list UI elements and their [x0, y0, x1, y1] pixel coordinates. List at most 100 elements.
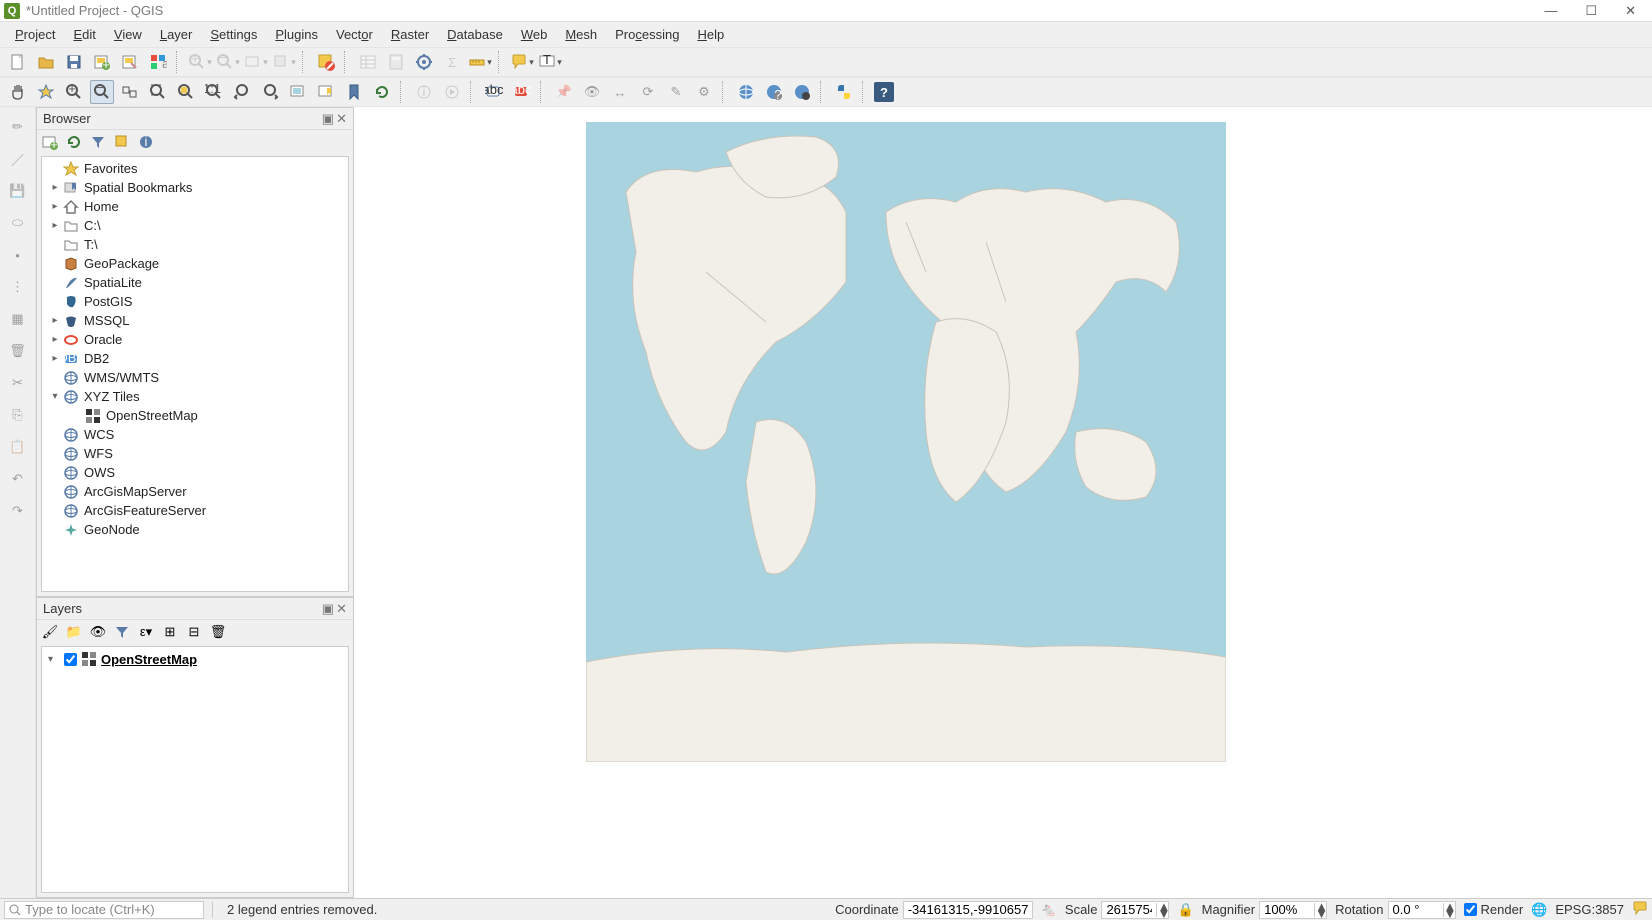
identify-button[interactable]: i	[412, 80, 436, 104]
rotation-input[interactable]: ▲▼	[1388, 901, 1456, 919]
collapse-all-icon[interactable]	[113, 133, 131, 151]
render-checkbox[interactable]: Render	[1464, 902, 1524, 917]
redo-button[interactable]: ↷	[6, 499, 30, 523]
browser-tree[interactable]: Favorites▸Spatial Bookmarks▸Home▸C:\T:\G…	[41, 156, 349, 592]
help-button[interactable]: ?	[874, 82, 894, 102]
layer-row[interactable]: ▾ OpenStreetMap	[44, 649, 346, 669]
layer-filter-icon[interactable]	[113, 623, 131, 641]
metasearch-options-button[interactable]	[790, 80, 814, 104]
menu-help[interactable]: Help	[688, 24, 733, 45]
zoom-in-button[interactable]: +▾	[188, 50, 212, 74]
vertex-tool-button[interactable]: ⋮	[6, 275, 30, 299]
layer-collapse-icon[interactable]: ⊟	[185, 623, 203, 641]
label-button[interactable]: abc	[482, 80, 506, 104]
toolbox-button[interactable]	[412, 50, 436, 74]
zoom-full-button[interactable]	[146, 80, 170, 104]
statistical-summary-button[interactable]: Σ	[440, 50, 464, 74]
menu-settings[interactable]: Settings	[201, 24, 266, 45]
add-layer-icon[interactable]: +	[41, 133, 59, 151]
close-icon[interactable]: ✕	[1625, 3, 1636, 19]
layer-visibility-checkbox[interactable]	[64, 653, 77, 666]
modify-button[interactable]: ▦	[6, 307, 30, 331]
change-label-button[interactable]: ✎	[664, 80, 688, 104]
panel-close-icon[interactable]: ✕	[336, 111, 347, 127]
map-tips-button[interactable]: ▾	[510, 50, 534, 74]
browser-item-wfs[interactable]: WFS	[42, 444, 348, 463]
browser-item-geopackage[interactable]: GeoPackage	[42, 254, 348, 273]
browser-item-geonode[interactable]: GeoNode	[42, 520, 348, 539]
menu-project[interactable]: Project	[6, 24, 64, 45]
scale-input[interactable]: ▲▼	[1101, 901, 1169, 919]
menu-processing[interactable]: Processing	[606, 24, 688, 45]
select-tool-button[interactable]: ▾	[272, 50, 296, 74]
undo-button[interactable]: ↶	[6, 467, 30, 491]
pin-label-button[interactable]: 📌	[552, 80, 576, 104]
layer-remove-icon[interactable]: 🗑	[209, 623, 227, 641]
browser-item-openstreetmap[interactable]: OpenStreetMap	[42, 406, 348, 425]
measure-button[interactable]: ▾	[468, 50, 492, 74]
menu-view[interactable]: View	[105, 24, 151, 45]
zoom-last-button[interactable]	[230, 80, 254, 104]
browser-item-wmswmts[interactable]: WMS/WMTS	[42, 368, 348, 387]
browser-item-c[interactable]: ▸C:\	[42, 216, 348, 235]
menu-raster[interactable]: Raster	[382, 24, 438, 45]
show-bookmarks-button[interactable]	[342, 80, 366, 104]
add-point-button[interactable]: •	[6, 243, 30, 267]
layer-add-group-icon[interactable]: 📁	[65, 623, 83, 641]
browser-item-t[interactable]: T:\	[42, 235, 348, 254]
copy-button[interactable]: ⎘	[6, 403, 30, 427]
zoom-layer-button[interactable]: 1:1	[202, 80, 226, 104]
menu-vector[interactable]: Vector	[327, 24, 382, 45]
cut-button[interactable]: ✂	[6, 371, 30, 395]
browser-item-ows[interactable]: OWS	[42, 463, 348, 482]
browser-item-wcs[interactable]: WCS	[42, 425, 348, 444]
action-button[interactable]	[440, 80, 464, 104]
layer-expand-icon[interactable]: ⊞	[161, 623, 179, 641]
menu-database[interactable]: Database	[438, 24, 512, 45]
metasearch-records-button[interactable]: ?	[762, 80, 786, 104]
menu-layer[interactable]: Layer	[151, 24, 202, 45]
magnifier-input[interactable]: ▲▼	[1259, 901, 1327, 919]
properties-icon[interactable]: i	[137, 133, 155, 151]
maximize-icon[interactable]: ☐	[1585, 3, 1597, 19]
zoom-out-button[interactable]: −▾	[216, 50, 240, 74]
browser-item-oracle[interactable]: ▸Oracle	[42, 330, 348, 349]
edit-line-button[interactable]: ／	[6, 147, 30, 171]
menu-web[interactable]: Web	[512, 24, 557, 45]
zoom-native-button[interactable]	[118, 80, 142, 104]
save-project-button[interactable]	[62, 50, 86, 74]
move-label-button[interactable]: ↔	[608, 80, 632, 104]
browser-item-home[interactable]: ▸Home	[42, 197, 348, 216]
expand-icon[interactable]: ▸	[48, 201, 62, 212]
layout-manager-button[interactable]	[118, 50, 142, 74]
field-calculator-button[interactable]	[384, 50, 408, 74]
menu-plugins[interactable]: Plugins	[266, 24, 327, 45]
layer-expression-icon[interactable]: ε▾	[137, 623, 155, 641]
messages-icon[interactable]	[1632, 900, 1648, 919]
filter-browser-icon[interactable]	[89, 133, 107, 151]
open-attribute-table-button[interactable]	[356, 50, 380, 74]
toggle-extents-icon[interactable]: 🐁	[1041, 902, 1057, 918]
zoom-selection-button[interactable]	[174, 80, 198, 104]
style-manager-button[interactable]: a	[146, 50, 170, 74]
zoom-in-tool-button[interactable]: +	[62, 80, 86, 104]
panel-float-icon[interactable]: ▣	[322, 601, 334, 617]
menu-mesh[interactable]: Mesh	[556, 24, 606, 45]
label-prop-button[interactable]: ⚙	[692, 80, 716, 104]
save-edits-button[interactable]: 💾	[6, 179, 30, 203]
expand-icon[interactable]: ▸	[48, 353, 62, 364]
show-label-button[interactable]: 👁	[580, 80, 604, 104]
metasearch-button[interactable]	[734, 80, 758, 104]
label-diagram-button[interactable]: abc	[510, 80, 534, 104]
expand-icon[interactable]: ▸	[48, 334, 62, 345]
select-scale-button[interactable]: ▾	[244, 50, 268, 74]
pan-to-selection-button[interactable]	[34, 80, 58, 104]
new-map-view-button[interactable]	[286, 80, 310, 104]
crs-icon[interactable]: 🌐	[1531, 902, 1547, 918]
python-console-button[interactable]	[832, 80, 856, 104]
panel-float-icon[interactable]: ▣	[322, 111, 334, 127]
refresh-button[interactable]	[370, 80, 394, 104]
coordinate-input[interactable]	[903, 901, 1033, 919]
panel-close-icon[interactable]: ✕	[336, 601, 347, 617]
locator-input[interactable]: Type to locate (Ctrl+K)	[4, 901, 204, 919]
